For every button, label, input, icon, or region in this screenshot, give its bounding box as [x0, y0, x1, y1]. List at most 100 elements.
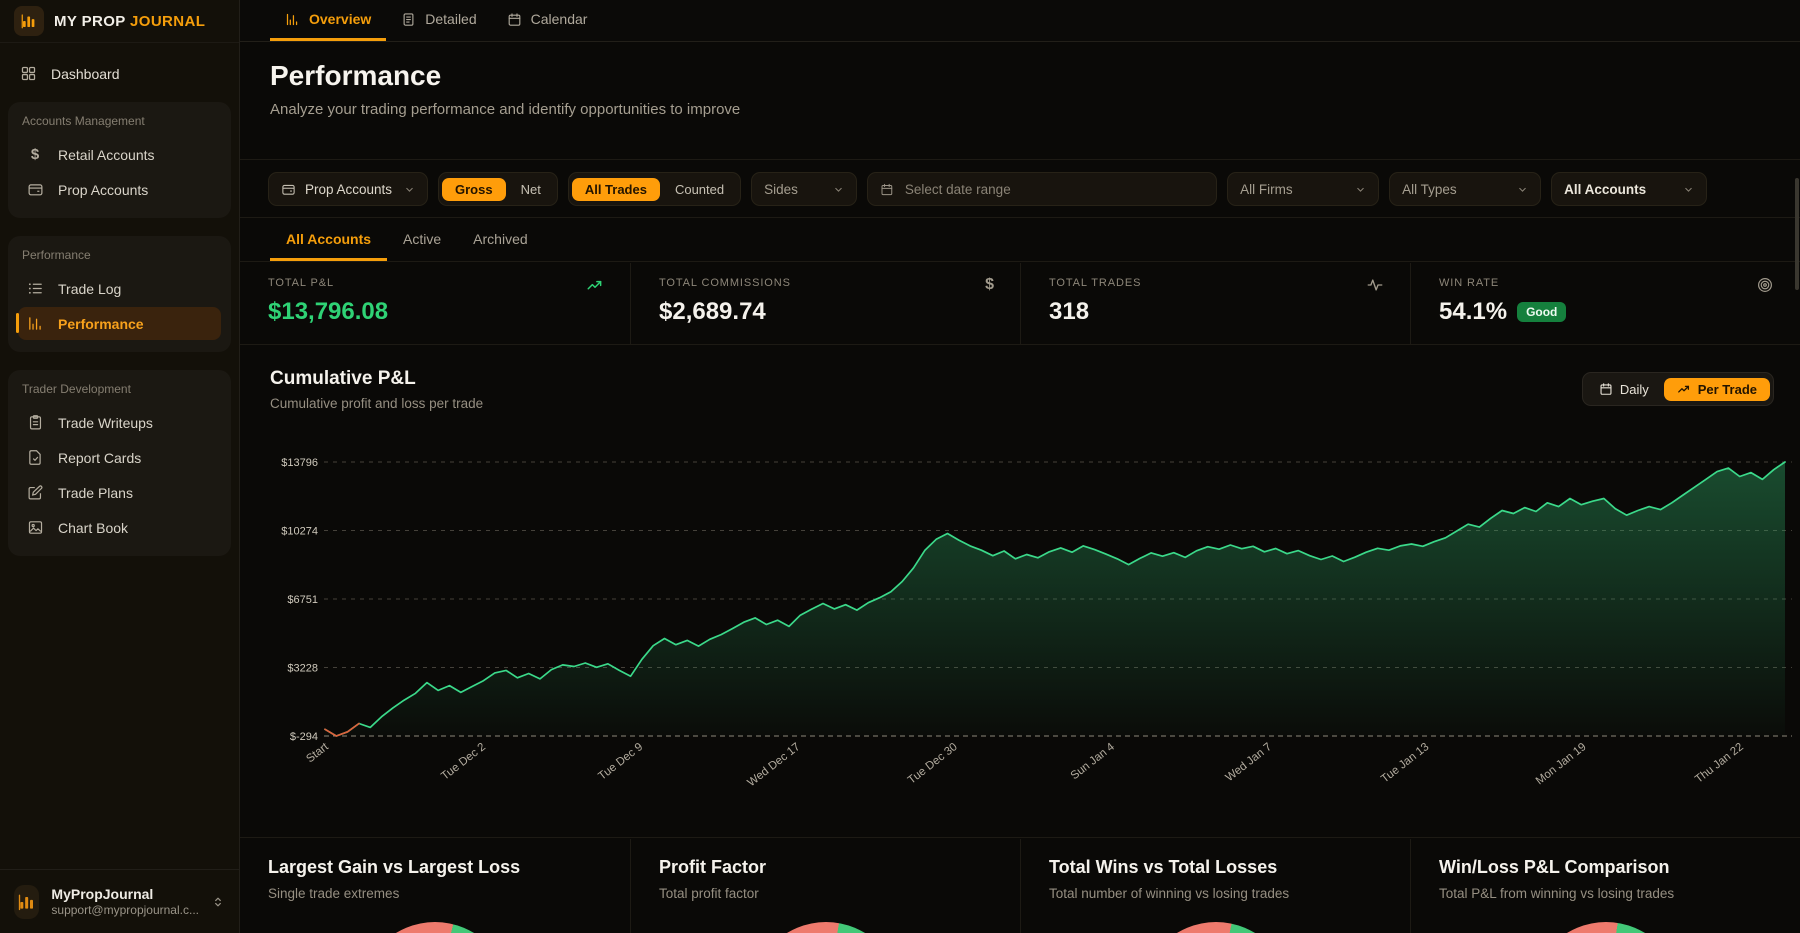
- sidebar-item-label: Trade Plans: [58, 485, 133, 501]
- svg-text:$10274: $10274: [281, 526, 318, 538]
- sidebar-item-prop-accounts[interactable]: Prop Accounts: [18, 173, 221, 206]
- sides-dropdown[interactable]: Sides: [751, 172, 857, 206]
- chevron-down-icon: [404, 184, 415, 195]
- gross-option[interactable]: Gross: [442, 178, 506, 201]
- dropdown-value: All Firms: [1240, 182, 1293, 197]
- active-indicator: [16, 313, 19, 333]
- daily-option[interactable]: Daily: [1586, 378, 1662, 401]
- counted-option[interactable]: Counted: [662, 178, 737, 201]
- types-dropdown[interactable]: All Types: [1389, 172, 1541, 206]
- file-check-icon: [26, 449, 44, 466]
- sidebar-item-label: Chart Book: [58, 520, 128, 536]
- all-trades-option[interactable]: All Trades: [572, 178, 660, 201]
- account-type-dropdown[interactable]: Prop Accounts: [268, 172, 428, 206]
- dropdown-value: All Accounts: [1564, 182, 1646, 197]
- chevron-down-icon: [1683, 184, 1694, 195]
- tab-label: Overview: [309, 11, 371, 27]
- sidebar-item-retail-accounts[interactable]: $ Retail Accounts: [18, 138, 221, 171]
- stat-label: WIN RATE: [1439, 277, 1772, 289]
- sidebar-item-dashboard[interactable]: Dashboard: [10, 59, 229, 88]
- view-tabs: Overview Detailed Calendar: [240, 0, 1800, 42]
- calendar-icon: [507, 12, 522, 27]
- sidebar-item-trade-writeups[interactable]: Trade Writeups: [18, 406, 221, 439]
- stat-label: TOTAL COMMISSIONS: [659, 277, 992, 289]
- bar-chart-logo-icon: [14, 885, 39, 919]
- card-title: Total Wins vs Total Losses: [1049, 857, 1382, 878]
- account-tabs: All Accounts Active Archived: [240, 219, 1800, 262]
- firms-dropdown[interactable]: All Firms: [1227, 172, 1379, 206]
- chevron-down-icon: [1355, 184, 1366, 195]
- status-badge: Good: [1517, 302, 1566, 322]
- bar-chart-icon: [26, 315, 44, 332]
- card-wins-vs-losses: Total Wins vs Total Losses Total number …: [1020, 839, 1410, 933]
- svg-text:Wed Jan 7: Wed Jan 7: [1224, 741, 1275, 784]
- tab-all-accounts[interactable]: All Accounts: [270, 219, 387, 261]
- tab-label: Active: [403, 231, 441, 247]
- card-subtitle: Total P&L from winning vs losing trades: [1439, 886, 1772, 901]
- option-label: Per Trade: [1698, 382, 1757, 397]
- tab-overview[interactable]: Overview: [270, 0, 386, 41]
- card-title: Profit Factor: [659, 857, 992, 878]
- activity-icon: [1366, 276, 1384, 294]
- stat-total-pnl: TOTAL P&L $13,796.08: [240, 263, 630, 344]
- card-subtitle: Total number of winning vs losing trades: [1049, 886, 1382, 901]
- sidebar-item-trade-plans[interactable]: Trade Plans: [18, 476, 221, 509]
- card-title: Win/Loss P&L Comparison: [1439, 857, 1772, 878]
- chart-subtitle: Cumulative profit and loss per trade: [270, 396, 483, 411]
- card-subtitle: Single trade extremes: [268, 886, 602, 901]
- sidebar-group-performance: Performance Trade Log Performance: [8, 236, 231, 352]
- tab-active[interactable]: Active: [387, 219, 457, 261]
- stat-value: 318: [1049, 298, 1382, 326]
- svg-text:Tue Dec 9: Tue Dec 9: [596, 741, 645, 783]
- card-largest-gain-loss: Largest Gain vs Largest Loss Single trad…: [240, 839, 630, 933]
- accounts-dropdown[interactable]: All Accounts: [1551, 172, 1707, 206]
- sidebar-group-label: Accounts Management: [22, 114, 221, 128]
- app-root: MY PROP JOURNAL Dashboard Accounts Manag…: [0, 0, 1800, 933]
- account-info: MyPropJournal support@mypropjournal.c...: [51, 885, 199, 918]
- scrollbar-thumb[interactable]: [1795, 178, 1799, 290]
- dollar-icon: $: [26, 146, 44, 163]
- svg-text:$3228: $3228: [287, 663, 318, 675]
- stat-value: $2,689.74: [659, 298, 992, 326]
- sidebar-item-performance[interactable]: Performance: [18, 307, 221, 340]
- card-subtitle: Total profit factor: [659, 886, 992, 901]
- sidebar-item-label: Report Cards: [58, 450, 141, 466]
- sidebar-item-chart-book[interactable]: Chart Book: [18, 511, 221, 544]
- grid-icon: [20, 65, 37, 82]
- tab-archived[interactable]: Archived: [457, 219, 543, 261]
- date-range-input[interactable]: [903, 181, 1204, 198]
- chevron-down-icon: [1517, 184, 1528, 195]
- tab-label: All Accounts: [286, 231, 371, 247]
- account-switcher[interactable]: MyPropJournal support@mypropjournal.c...: [0, 869, 239, 933]
- pie-chart: [1141, 922, 1291, 933]
- tab-detailed[interactable]: Detailed: [386, 0, 491, 41]
- sidebar-item-label: Retail Accounts: [58, 147, 155, 163]
- gross-net-toggle: Gross Net: [438, 172, 558, 206]
- trade-count-toggle: All Trades Counted: [568, 172, 741, 206]
- wallet-icon: [26, 181, 44, 198]
- per-trade-option[interactable]: Per Trade: [1664, 378, 1770, 401]
- bar-chart-icon: [285, 12, 300, 27]
- filter-bar: Prop Accounts Gross Net All Trades Count…: [240, 161, 1800, 218]
- summary-cards-row: Largest Gain vs Largest Loss Single trad…: [240, 839, 1800, 933]
- dollar-icon: $: [985, 276, 994, 294]
- date-range-picker[interactable]: [867, 172, 1217, 206]
- sidebar-item-label: Trade Log: [58, 281, 121, 297]
- page-title: Performance: [270, 60, 441, 92]
- card-winloss-pnl-comparison: Win/Loss P&L Comparison Total P&L from w…: [1410, 839, 1800, 933]
- document-icon: [401, 12, 416, 27]
- chart-granularity-toggle: Daily Per Trade: [1582, 372, 1774, 406]
- net-option[interactable]: Net: [508, 178, 554, 201]
- page-subtitle: Analyze your trading performance and ide…: [270, 101, 740, 118]
- sidebar-item-trade-log[interactable]: Trade Log: [18, 272, 221, 305]
- wallet-icon: [281, 182, 296, 197]
- tab-calendar[interactable]: Calendar: [492, 0, 603, 41]
- sidebar-item-report-cards[interactable]: Report Cards: [18, 441, 221, 474]
- sidebar-group-label: Performance: [22, 248, 221, 262]
- account-email: support@mypropjournal.c...: [51, 903, 199, 918]
- option-label: Daily: [1620, 382, 1649, 397]
- stat-total-trades: TOTAL TRADES 318: [1020, 263, 1410, 344]
- stat-value: $13,796.08: [268, 298, 602, 326]
- image-icon: [26, 519, 44, 536]
- brand-logo[interactable]: MY PROP JOURNAL: [0, 0, 239, 43]
